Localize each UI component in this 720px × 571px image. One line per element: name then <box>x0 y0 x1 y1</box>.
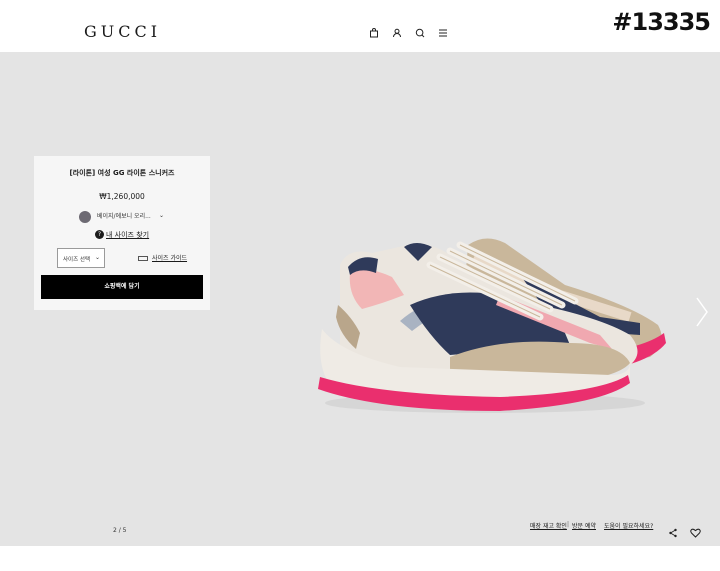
gucci-logo[interactable]: GUCCI <box>84 22 161 41</box>
header-nav-icons <box>369 28 448 38</box>
share-icon[interactable] <box>668 523 678 542</box>
color-selector-label[interactable]: 베이지/에보니 오리... <box>97 211 151 220</box>
chevron-right-icon[interactable] <box>694 296 710 332</box>
menu-icon[interactable] <box>438 28 448 38</box>
footer-link-separator: | <box>567 521 570 528</box>
add-to-bag-button[interactable]: 쇼핑백에 담기 <box>41 275 203 299</box>
help-icon: ? <box>95 230 104 239</box>
footer-strip <box>0 546 720 571</box>
product-title: [라이톤] 여성 GG 라이톤 스니커즈 <box>69 169 175 177</box>
search-icon[interactable] <box>415 28 425 38</box>
chevron-down-icon: ⌄ <box>94 254 100 261</box>
product-price: ₩1,260,000 <box>99 192 145 201</box>
need-help-link[interactable]: 도움이 필요하세요? <box>604 521 653 530</box>
shopping-bag-icon[interactable] <box>369 28 379 38</box>
sneaker-product-image <box>300 225 672 429</box>
size-guide-link[interactable]: 사이즈 가이드 <box>152 253 187 262</box>
visit-booking-link[interactable]: 방문 예약 <box>572 521 596 530</box>
size-select[interactable]: 사이즈 선택 ⌄ <box>57 248 105 268</box>
store-stock-link[interactable]: 매장 재고 확인 <box>530 521 567 530</box>
heart-icon[interactable] <box>690 523 701 542</box>
color-swatch[interactable] <box>79 211 91 223</box>
find-my-size-link[interactable]: 내 사이즈 찾기 <box>106 230 149 240</box>
watermark-number: #13335 <box>612 8 711 36</box>
chevron-down-icon[interactable]: ⌄ <box>159 212 164 219</box>
site-header: GUCCI #13335 <box>0 0 720 52</box>
gallery-page-indicator: 2 / 5 <box>113 527 127 534</box>
account-icon[interactable] <box>392 28 402 38</box>
size-select-label: 사이즈 선택 <box>63 257 91 263</box>
ruler-icon <box>138 256 148 261</box>
